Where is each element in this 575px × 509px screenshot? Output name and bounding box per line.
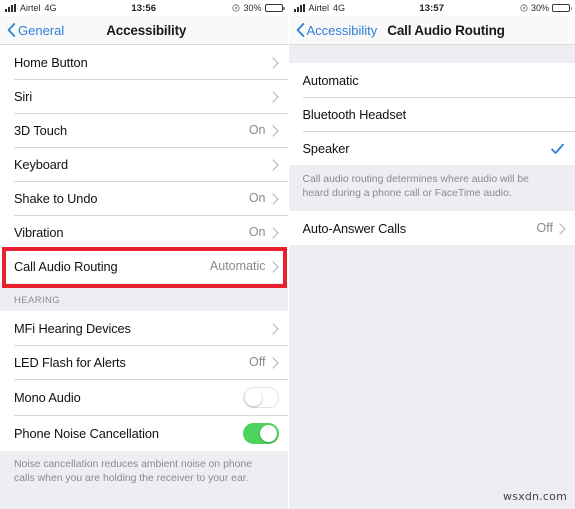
hearing-group: MFi Hearing Devices LED Flash for Alerts…	[0, 311, 288, 451]
row-label: Vibration	[14, 224, 64, 240]
back-button-label: General	[18, 22, 65, 38]
row-accessory	[266, 322, 279, 335]
checkmark-icon	[551, 142, 564, 154]
status-bar-right: 30%	[520, 3, 572, 13]
row-shake-to-undo[interactable]: Shake to Undo On	[0, 181, 288, 215]
row-auto-answer-calls[interactable]: Auto-Answer Calls Off	[288, 211, 575, 245]
dual-screenshot-container: Airtel 4G 13:56 30% General Accessibilit…	[0, 0, 575, 509]
row-value: On	[248, 191, 266, 205]
row-label: LED Flash for Alerts	[14, 354, 126, 370]
battery-icon	[552, 4, 572, 12]
back-button-general[interactable]: General	[7, 23, 64, 38]
row-label: Call Audio Routing	[14, 258, 118, 274]
row-led-flash-for-alerts[interactable]: LED Flash for Alerts Off	[0, 345, 288, 379]
row-label: Speaker	[302, 140, 350, 156]
row-label: Auto-Answer Calls	[302, 220, 407, 236]
back-button-accessibility[interactable]: Accessibility	[296, 22, 378, 38]
row-value: Automatic	[209, 259, 266, 273]
row-siri[interactable]: Siri	[0, 79, 288, 113]
row-label: Bluetooth Headset	[302, 106, 407, 122]
row-mono-audio[interactable]: Mono Audio	[0, 379, 288, 415]
row-label: Siri	[14, 88, 33, 104]
row-accessory	[266, 158, 279, 171]
row-call-audio-routing[interactable]: Call Audio Routing Automatic	[0, 249, 288, 283]
row-value: On	[248, 123, 266, 137]
battery-icon	[264, 4, 285, 12]
left-nav-bar: General Accessibility	[0, 16, 288, 45]
location-arrow-icon	[232, 4, 241, 12]
row-accessory: Off	[249, 355, 279, 369]
row-vibration[interactable]: Vibration On	[0, 215, 288, 249]
chevron-left-icon	[296, 23, 305, 37]
row-value: Off	[249, 355, 266, 369]
chevron-right-icon	[271, 124, 279, 137]
row-accessory	[242, 422, 279, 444]
row-label: Phone Noise Cancellation	[14, 425, 159, 441]
mono-audio-toggle[interactable]	[242, 386, 279, 408]
left-status-bar: Airtel 4G 13:56 30%	[0, 0, 288, 16]
row-accessory	[242, 386, 279, 408]
row-accessory: Off	[537, 221, 566, 235]
row-label: Mono Audio	[14, 389, 81, 405]
chevron-right-icon	[271, 322, 279, 335]
section-header-hearing: HEARING	[0, 283, 288, 311]
row-home-button[interactable]: Home Button	[0, 45, 288, 79]
row-label: MFi Hearing Devices	[14, 320, 131, 336]
row-bluetooth-headset[interactable]: Bluetooth Headset	[288, 97, 575, 131]
row-accessory: On	[249, 191, 279, 205]
page-title: Accessibility	[106, 22, 187, 38]
chevron-right-icon	[559, 222, 566, 235]
right-nav-bar: Accessibility Call Audio Routing	[288, 16, 575, 45]
section-footer-hearing: Noise cancellation reduces ambient noise…	[0, 451, 288, 494]
row-automatic[interactable]: Automatic	[288, 63, 575, 97]
location-arrow-icon	[520, 4, 528, 12]
row-label: Automatic	[302, 72, 359, 88]
chevron-right-icon	[271, 56, 279, 69]
row-mfi-hearing-devices[interactable]: MFi Hearing Devices	[0, 311, 288, 345]
row-accessory	[551, 142, 566, 154]
watermark: wsxdn.com	[503, 490, 567, 503]
right-phone-screen: Airtel 4G 13:57 30% Accessibility Call A…	[287, 0, 575, 509]
battery-percent-label: 30%	[530, 3, 549, 13]
row-accessory: On	[249, 225, 279, 239]
back-button-label: Accessibility	[306, 22, 378, 38]
chevron-right-icon	[271, 226, 279, 239]
row-label: Keyboard	[14, 156, 68, 172]
accessibility-interaction-group: Home Button Siri 3D Touch On Keyboard Sh…	[0, 45, 288, 283]
audio-route-options-group: Automatic Bluetooth Headset Speaker	[288, 63, 575, 165]
row-phone-noise-cancellation[interactable]: Phone Noise Cancellation	[0, 415, 288, 451]
section-footer-call-audio-routing: Call audio routing determines where audi…	[288, 165, 575, 211]
row-keyboard[interactable]: Keyboard	[0, 147, 288, 181]
row-value: On	[248, 225, 266, 239]
chevron-right-icon	[271, 158, 279, 171]
top-spacer	[288, 45, 575, 63]
row-3d-touch[interactable]: 3D Touch On	[0, 113, 288, 147]
row-label: Shake to Undo	[14, 190, 98, 206]
row-label: Home Button	[14, 54, 88, 70]
auto-answer-group: Auto-Answer Calls Off	[288, 211, 575, 245]
chevron-right-icon	[271, 90, 279, 103]
chevron-right-icon	[271, 260, 279, 273]
chevron-right-icon	[271, 192, 279, 205]
row-value: Off	[536, 221, 553, 235]
left-phone-screen: Airtel 4G 13:56 30% General Accessibilit…	[0, 0, 288, 509]
row-speaker[interactable]: Speaker	[288, 131, 575, 165]
battery-percent-label: 30%	[243, 3, 262, 13]
row-accessory: Automatic	[210, 259, 279, 273]
row-accessory	[266, 56, 279, 69]
chevron-left-icon	[7, 23, 16, 37]
row-accessory	[266, 90, 279, 103]
status-bar-right: 30%	[232, 3, 285, 13]
page-title: Call Audio Routing	[387, 22, 505, 38]
right-status-bar: Airtel 4G 13:57 30%	[288, 0, 575, 16]
chevron-right-icon	[271, 356, 279, 369]
row-accessory: On	[249, 123, 279, 137]
phone-noise-cancellation-toggle[interactable]	[242, 422, 279, 444]
row-label: 3D Touch	[14, 122, 68, 138]
